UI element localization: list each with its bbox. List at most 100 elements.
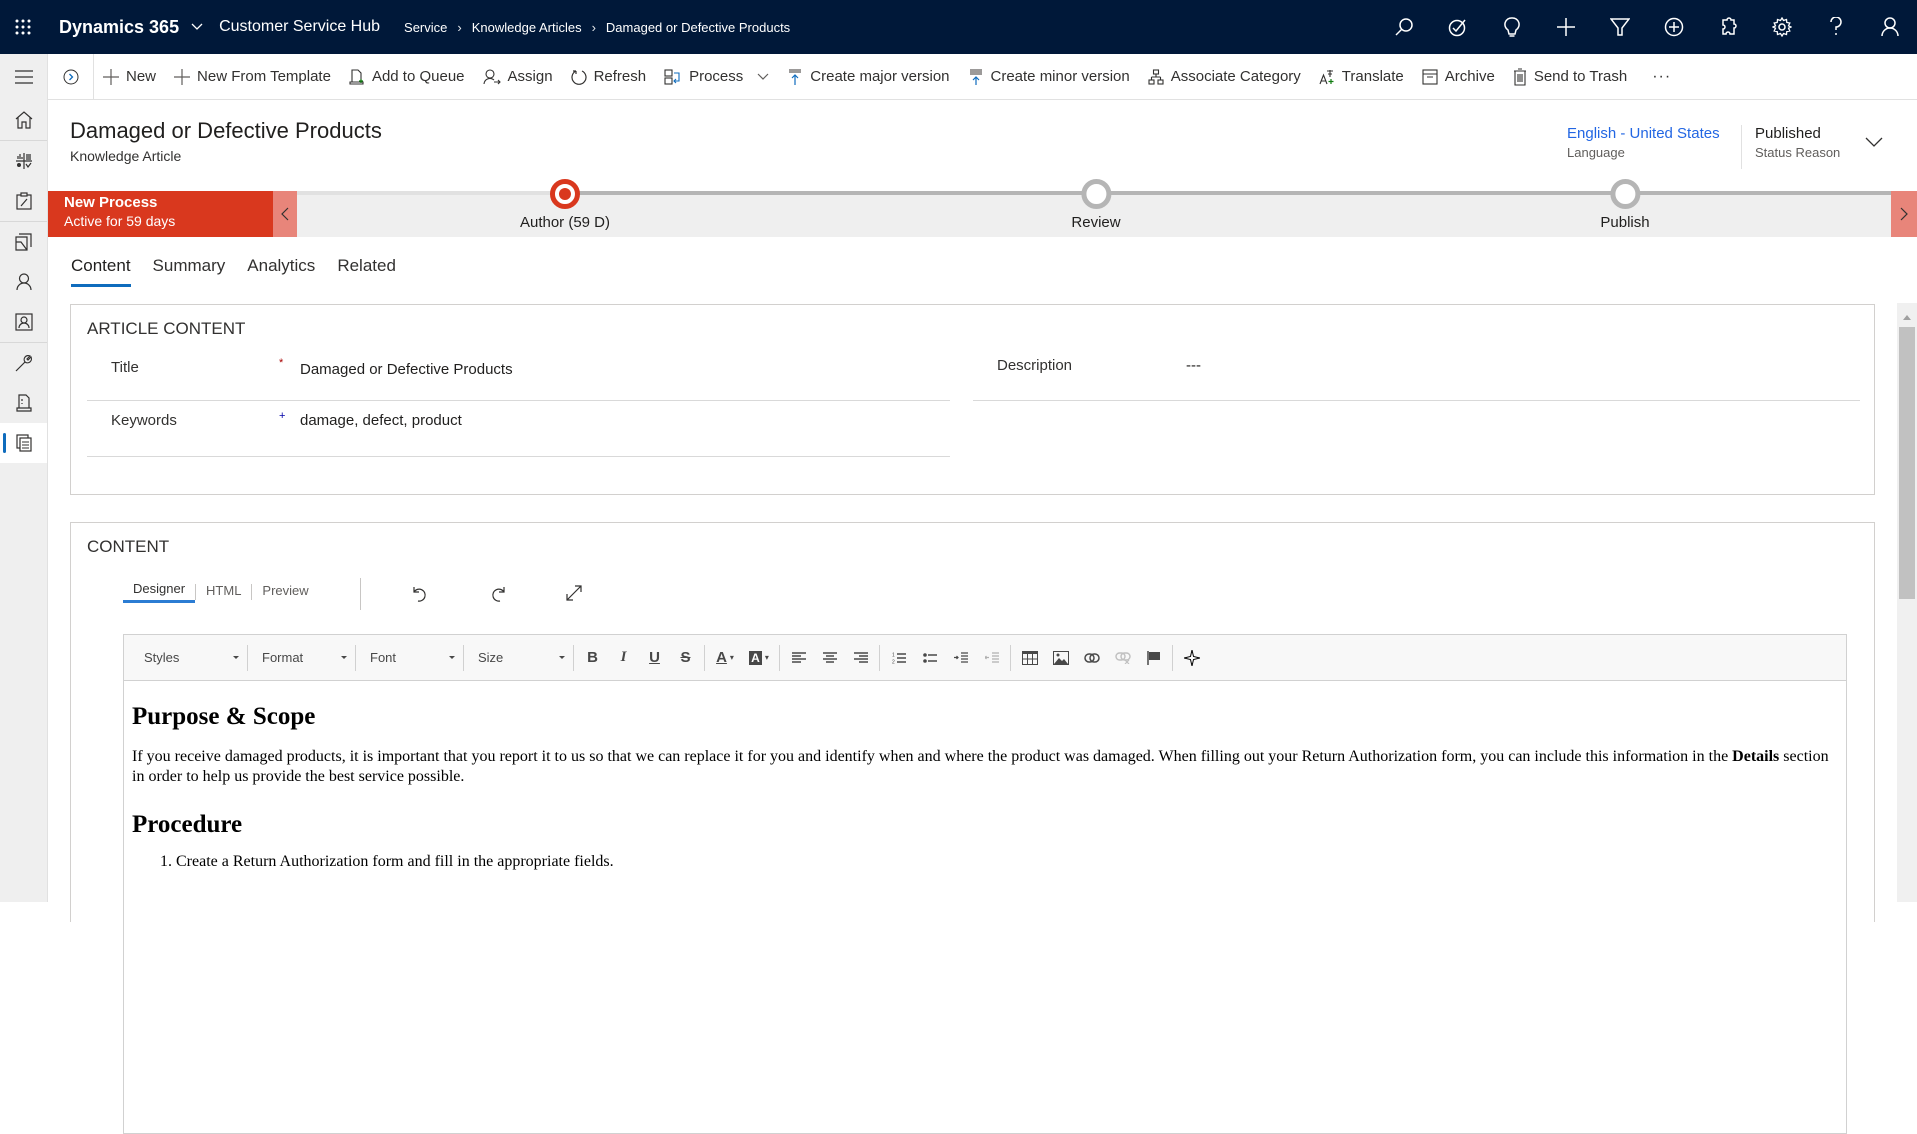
contact-card-icon [14, 313, 33, 331]
process-prev-button[interactable] [273, 191, 297, 237]
sidebar-item-tools[interactable] [0, 343, 47, 383]
translate-button[interactable]: Translate [1310, 54, 1413, 100]
refresh-button[interactable]: Refresh [562, 54, 656, 100]
scroll-thumb[interactable] [1899, 327, 1915, 599]
sidebar-item-knowledge-articles[interactable] [0, 423, 47, 463]
numbered-list-button[interactable]: 12 [883, 645, 914, 671]
app-launcher-button[interactable] [0, 0, 46, 54]
rich-text-editor[interactable]: Styles Format Font Size B I U S A▾ A▾ [123, 634, 1847, 1134]
font-dropdown[interactable]: Font [356, 644, 464, 671]
search-button[interactable] [1377, 0, 1431, 54]
styles-dropdown[interactable]: Styles [130, 644, 248, 671]
stage-publish[interactable]: Publish [1600, 179, 1650, 231]
link-button[interactable] [1076, 645, 1107, 671]
tab-analytics[interactable]: Analytics [247, 256, 315, 287]
breadcrumb-item[interactable]: Knowledge Articles [472, 20, 582, 35]
unlink-button[interactable] [1107, 645, 1138, 671]
special-button[interactable] [1176, 645, 1207, 671]
archive-button[interactable]: Archive [1413, 54, 1504, 100]
redo-icon[interactable] [490, 585, 506, 603]
assign-button[interactable]: Assign [474, 54, 562, 100]
align-center-button[interactable] [814, 645, 845, 671]
associate-category-button[interactable]: Associate Category [1139, 54, 1310, 100]
tab-content[interactable]: Content [71, 256, 131, 287]
add-circle-button[interactable] [1647, 0, 1701, 54]
major-version-icon [789, 68, 802, 85]
language-link[interactable]: English - United States [1567, 125, 1720, 142]
breadcrumb-item[interactable]: Service [404, 20, 447, 35]
sidebar-item-dashboards[interactable] [0, 141, 47, 181]
sidebar-item-activities[interactable] [0, 181, 47, 221]
title-value[interactable]: Damaged or Defective Products [300, 361, 513, 378]
tab-summary[interactable]: Summary [153, 256, 226, 287]
active-process[interactable]: New Process Active for 59 days [48, 191, 273, 237]
size-label: Size [478, 650, 504, 665]
keywords-value[interactable]: damage, defect, product [300, 412, 462, 429]
background-color-button[interactable]: A ▾ [742, 645, 776, 671]
brand-name[interactable]: Dynamics 365 [59, 17, 179, 38]
editor-tab-designer[interactable]: Designer [123, 581, 196, 603]
strikethrough-button[interactable]: S [670, 645, 701, 671]
process-button[interactable]: Process [655, 54, 778, 100]
entity-name: Knowledge Article [70, 148, 182, 164]
app-name[interactable]: Customer Service Hub [219, 18, 380, 36]
undo-icon[interactable] [412, 585, 428, 603]
sidebar-item-accounts[interactable] [0, 302, 47, 342]
description-value[interactable]: --- [1186, 357, 1201, 374]
settings-button[interactable] [1755, 0, 1809, 54]
breadcrumb-item[interactable]: Damaged or Defective Products [606, 20, 790, 35]
editor-content[interactable]: Purpose & Scope If you receive damaged p… [124, 703, 1846, 871]
image-button[interactable] [1045, 645, 1076, 671]
expand-editor-icon[interactable] [566, 585, 582, 601]
sidebar-item-contacts[interactable] [0, 262, 47, 302]
form-scrollbar[interactable] [1897, 303, 1917, 902]
extensions-button[interactable] [1701, 0, 1755, 54]
process-next-button[interactable] [1891, 191, 1917, 237]
align-right-button[interactable] [845, 645, 876, 671]
new-button[interactable] [1539, 0, 1593, 54]
underline-button[interactable]: U [639, 645, 670, 671]
size-dropdown[interactable]: Size [464, 644, 574, 671]
send-to-trash-button[interactable]: Send to Trash [1504, 54, 1636, 100]
editor-tab-preview[interactable]: Preview [252, 583, 318, 602]
anchor-button[interactable] [1138, 645, 1169, 671]
keywords-field[interactable]: Keywords + damage, defect, product [87, 402, 950, 457]
stage-author[interactable]: Author (59 D) [520, 179, 610, 231]
bulleted-list-button[interactable] [914, 645, 945, 671]
sidebar-item-queues[interactable] [0, 383, 47, 423]
description-field[interactable]: Description --- [973, 347, 1860, 401]
user-profile-button[interactable] [1863, 0, 1917, 54]
create-minor-version-button[interactable]: Create minor version [959, 54, 1139, 100]
header-expand-chevron-icon[interactable] [1865, 137, 1883, 147]
new-button[interactable]: New [94, 54, 165, 100]
lightbulb-button[interactable] [1485, 0, 1539, 54]
text-color-button[interactable]: A ▾ [708, 645, 742, 671]
scroll-up-arrow-icon[interactable] [1903, 315, 1911, 320]
expand-form-button[interactable] [48, 53, 94, 100]
task-flow-button[interactable] [1431, 0, 1485, 54]
record-header: Damaged or Defective Products Knowledge … [48, 101, 1917, 191]
bold-button[interactable]: B [577, 645, 608, 671]
align-left-button[interactable] [783, 645, 814, 671]
create-major-version-button[interactable]: Create major version [778, 54, 958, 100]
editor-tab-html[interactable]: HTML [196, 583, 251, 602]
tab-related[interactable]: Related [337, 256, 396, 287]
stage-review[interactable]: Review [1071, 179, 1121, 231]
format-dropdown[interactable]: Format [248, 644, 356, 671]
add-circle-icon [1664, 17, 1684, 37]
lightbulb-icon [1504, 17, 1520, 37]
new-from-template-button[interactable]: New From Template [165, 54, 340, 100]
more-commands-button[interactable]: ··· [1636, 54, 1687, 100]
italic-button[interactable]: I [608, 645, 639, 671]
help-button[interactable] [1809, 0, 1863, 54]
outdent-button[interactable] [976, 645, 1007, 671]
sidebar-item-home[interactable] [0, 100, 47, 140]
add-to-queue-button[interactable]: Add to Queue [340, 54, 474, 100]
sidebar-item-cases[interactable] [0, 222, 47, 262]
filter-button[interactable] [1593, 0, 1647, 54]
chevron-down-icon[interactable] [191, 23, 203, 31]
title-field[interactable]: Title * Damaged or Defective Products [87, 351, 950, 401]
sidebar-toggle[interactable] [0, 54, 47, 100]
table-button[interactable] [1014, 645, 1045, 671]
indent-button[interactable] [945, 645, 976, 671]
